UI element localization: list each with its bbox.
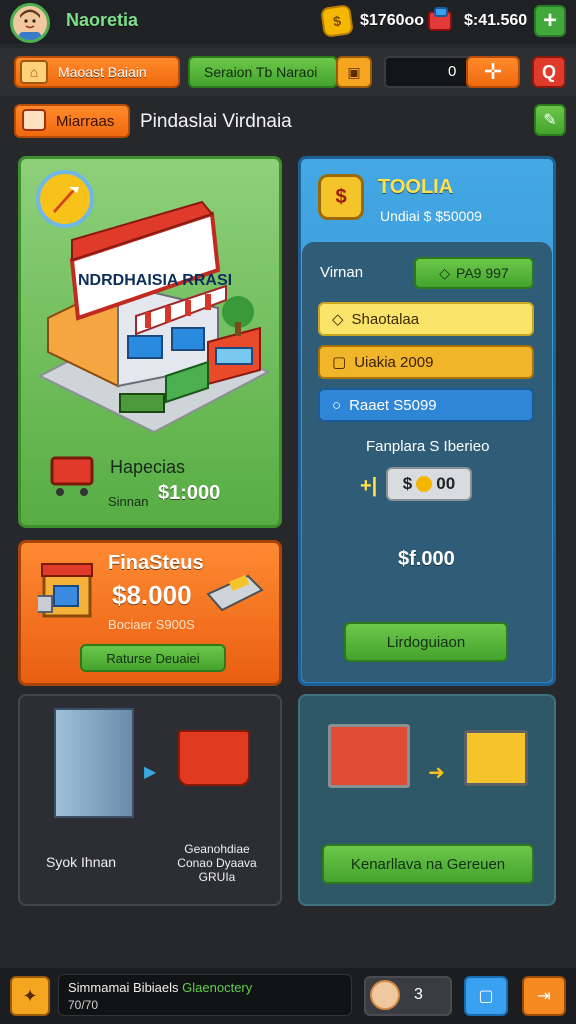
search-button[interactable]: Q (532, 56, 566, 88)
friend-avatar (370, 980, 400, 1010)
store-building-icon (37, 200, 271, 434)
message-line-2: 70/70 (68, 998, 99, 1012)
option-item[interactable]: ▢ Uiakia 2009 (318, 345, 534, 379)
vitrina-label: Virnan (320, 264, 364, 281)
home-button-label: Maoast Baiain (58, 64, 147, 80)
amount-input-value: 0 (448, 63, 457, 80)
quantity-stepper[interactable]: $ 00 (386, 467, 472, 501)
currency-amount-2: $:41.560 (464, 12, 528, 29)
coin-icon: $ (320, 4, 354, 38)
finance-sub: Bociaer S900S (108, 617, 195, 632)
compare-label: Fanplara S Iberieo (366, 438, 490, 455)
cart-icon (50, 456, 94, 496)
card-reader-icon (206, 574, 264, 612)
toolia-total: $f.000 (398, 548, 455, 570)
message-prefix: Simmamai Bibiaels (68, 980, 179, 995)
bag-icon[interactable]: ▣ (336, 56, 372, 88)
exit-icon[interactable]: ⇥ (522, 976, 566, 1016)
option-label: Raaet S5099 (349, 396, 437, 414)
logistics-right-label: Geanohdiae Conao Dyaava GRUIa (177, 842, 257, 884)
vitrina-value: PA9 997 (456, 265, 509, 281)
gem-icon (428, 7, 452, 31)
shopping-cart-icon (464, 730, 528, 786)
coin-icon (416, 476, 433, 492)
store-label: Hapecias (110, 457, 186, 477)
missions-button-label: Miarraas (56, 113, 115, 130)
store-price: $1:000 (158, 482, 221, 504)
circle-icon: ○ (332, 396, 342, 414)
cart-cta-button[interactable]: Kenarllava na Gereuen (322, 844, 534, 884)
chat-icon[interactable]: ▢ (464, 976, 508, 1016)
player-name: Naoretia (66, 10, 139, 30)
diamond-icon: ◇ (332, 311, 344, 328)
add-quantity-button[interactable]: +| (360, 475, 377, 498)
toolia-subtitle: Undiai $ $50009 (380, 208, 482, 224)
message-line-1: Simmamai Bibiaels Glaenoctery (68, 980, 252, 995)
shopping-cart-icon (328, 724, 410, 788)
tag-icon: $ (318, 174, 364, 220)
store-sub: Sinnan (108, 494, 149, 509)
quantity-value: 00 (436, 474, 456, 493)
currency-amount-1: $1760oo (360, 12, 425, 29)
message-highlight: Glaenoctery (182, 980, 253, 995)
finance-title: FinaSteus (108, 552, 204, 574)
option-item[interactable]: ○ Raaet S5099 (318, 388, 534, 422)
finance-action-button[interactable]: Raturse Deuaiei (80, 644, 226, 672)
logistics-left-label: Syok Ihnan (46, 854, 117, 870)
toolia-cta-button[interactable]: Lirdoguiaon (344, 622, 508, 662)
home-icon: ⌂ (20, 60, 48, 84)
finance-amount: $8.000 (112, 580, 192, 610)
option-label: Shaotalaa (351, 310, 420, 328)
basket-icon (178, 730, 250, 786)
add-currency-button[interactable]: + (534, 5, 566, 37)
heart-icon (22, 109, 46, 131)
friends-count: 3 (414, 986, 423, 1003)
shop-icon (38, 563, 93, 618)
quantity-prefix: $ (402, 474, 413, 493)
toolia-title: TOOLIA (378, 176, 454, 198)
map-icon[interactable]: ✦ (10, 976, 50, 1016)
player-avatar[interactable] (10, 3, 50, 43)
vitrina-value-button[interactable]: ◇ PA9 997 (414, 257, 534, 289)
arrow-right-icon: ▶ (144, 764, 157, 781)
page-title: Pindaslai Virdnaia (140, 111, 292, 132)
store-sign-text: NDRDHAISIA RRASI (78, 272, 233, 289)
option-label: Uiakia 2009 (354, 353, 434, 371)
diamond-icon: ◇ (439, 264, 451, 281)
face-icon (19, 9, 41, 40)
office-building-icon (54, 708, 134, 818)
move-button[interactable]: ✛ (466, 56, 520, 88)
option-item[interactable]: ◇ Shaotalaa (318, 302, 534, 336)
arrow-right-icon: ➜ (428, 762, 445, 784)
section-button-label: Seraion Tb Naraoi (204, 64, 318, 80)
square-icon: ▢ (332, 354, 347, 371)
edit-icon[interactable]: ✎ (534, 104, 566, 136)
